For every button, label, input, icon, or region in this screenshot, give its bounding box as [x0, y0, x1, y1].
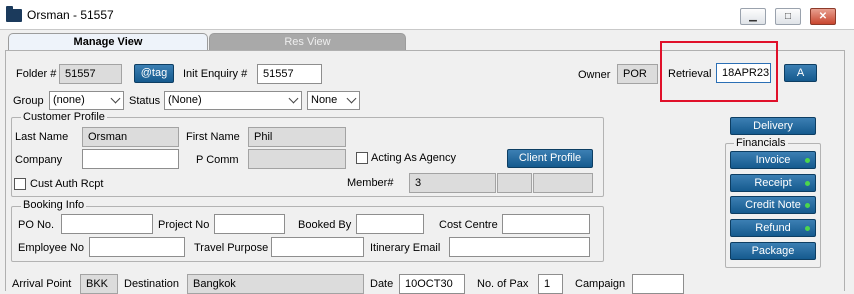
date-field[interactable]: 10OCT30	[399, 274, 465, 294]
receipt-label: Receipt	[754, 177, 792, 189]
cust-auth-checkbox[interactable]	[14, 178, 26, 190]
customer-profile-legend: Customer Profile	[21, 111, 107, 123]
refund-button[interactable]: Refund	[730, 219, 816, 237]
tab-manage-view[interactable]: Manage View	[8, 33, 208, 51]
member-field-2[interactable]	[497, 173, 532, 193]
close-button[interactable]: ✕	[810, 8, 836, 25]
chevron-down-icon	[110, 93, 121, 104]
chevron-down-icon	[288, 93, 299, 104]
po-label: PO No.	[18, 219, 55, 231]
member-label: Member#	[347, 177, 394, 189]
invoice-label: Invoice	[755, 154, 791, 166]
destination-field[interactable]: Bangkok	[187, 274, 364, 294]
cust-auth-label: Cust Auth Rcpt	[30, 178, 104, 190]
tag-button[interactable]: @tag	[134, 64, 174, 83]
init-enquiry-label: Init Enquiry #	[183, 68, 248, 80]
owner-label: Owner	[578, 69, 611, 81]
member-field-3[interactable]	[533, 173, 593, 193]
maximize-button[interactable]: □	[775, 8, 801, 25]
retrieval-highlight	[660, 41, 778, 102]
date-label: Date	[370, 278, 394, 290]
status-select[interactable]: (None)	[164, 91, 302, 110]
acting-agency-label: Acting As Agency	[371, 152, 456, 164]
folder-field[interactable]: 51557	[59, 64, 122, 84]
first-name-field[interactable]: Phil	[248, 127, 346, 147]
group-select[interactable]: (none)	[49, 91, 124, 110]
delivery-button[interactable]: Delivery	[730, 117, 816, 135]
po-field[interactable]	[61, 214, 153, 234]
cost-centre-field[interactable]	[502, 214, 590, 234]
employee-label: Employee No	[18, 242, 85, 254]
invoice-button[interactable]: Invoice	[730, 151, 816, 169]
itinerary-email-label: Itinerary Email	[370, 242, 441, 254]
group-select-value: (none)	[53, 94, 85, 106]
arrival-field[interactable]: BKK	[80, 274, 118, 294]
employee-field[interactable]	[89, 237, 185, 257]
refund-label: Refund	[755, 222, 791, 234]
status-dot-icon	[805, 226, 810, 231]
first-name-label: First Name	[186, 131, 240, 143]
last-name-label: Last Name	[15, 131, 69, 143]
status2-select-value: None	[311, 94, 338, 106]
init-enquiry-field[interactable]: 51557	[257, 64, 322, 84]
itinerary-email-field[interactable]	[449, 237, 590, 257]
booked-by-field[interactable]	[356, 214, 424, 234]
booked-by-label: Booked By	[298, 219, 352, 231]
company-label: Company	[15, 154, 63, 166]
status-dot-icon	[805, 181, 810, 186]
project-label: Project No	[158, 219, 210, 231]
travel-purpose-field[interactable]	[271, 237, 364, 257]
title-bar: Orsman - 51557 ▁ □ ✕	[0, 0, 854, 30]
folder-label: Folder #	[16, 68, 57, 80]
destination-label: Destination	[124, 278, 180, 290]
acting-agency-checkbox[interactable]	[356, 152, 368, 164]
pax-label: No. of Pax	[477, 278, 529, 290]
window-title: Orsman - 51557	[27, 8, 114, 22]
receipt-button[interactable]: Receipt	[730, 174, 816, 192]
a-button[interactable]: A	[784, 64, 817, 82]
minimize-button[interactable]: ▁	[740, 8, 766, 25]
tab-res-view[interactable]: Res View	[209, 33, 406, 50]
status-label: Status	[129, 95, 161, 107]
member-field[interactable]: 3	[409, 173, 496, 193]
campaign-label: Campaign	[575, 278, 626, 290]
last-name-field[interactable]: Orsman	[82, 127, 179, 147]
pcomm-label: P Comm	[196, 154, 239, 166]
status-select-value: (None)	[168, 94, 202, 106]
chevron-down-icon	[346, 93, 357, 104]
package-button[interactable]: Package	[730, 242, 816, 260]
credit-note-button[interactable]: Credit Note	[730, 196, 816, 214]
status2-select[interactable]: None	[307, 91, 360, 110]
financials-legend: Financials	[734, 137, 788, 149]
travel-purpose-label: Travel Purpose	[194, 242, 269, 254]
credit-note-label: Credit Note	[745, 199, 801, 211]
client-profile-button[interactable]: Client Profile	[507, 149, 593, 168]
owner-field[interactable]: POR	[617, 64, 658, 84]
company-field[interactable]	[82, 149, 179, 169]
project-field[interactable]	[214, 214, 285, 234]
folder-icon	[6, 6, 22, 22]
status-dot-icon	[805, 158, 810, 163]
status-dot-icon	[805, 203, 810, 208]
cost-centre-label: Cost Centre	[439, 219, 498, 231]
booking-info-legend: Booking Info	[21, 199, 87, 211]
group-label: Group	[13, 95, 44, 107]
arrival-label: Arrival Point	[12, 278, 72, 290]
pax-field[interactable]: 1	[538, 274, 563, 294]
campaign-field[interactable]	[632, 274, 684, 294]
pcomm-field[interactable]	[248, 149, 346, 169]
